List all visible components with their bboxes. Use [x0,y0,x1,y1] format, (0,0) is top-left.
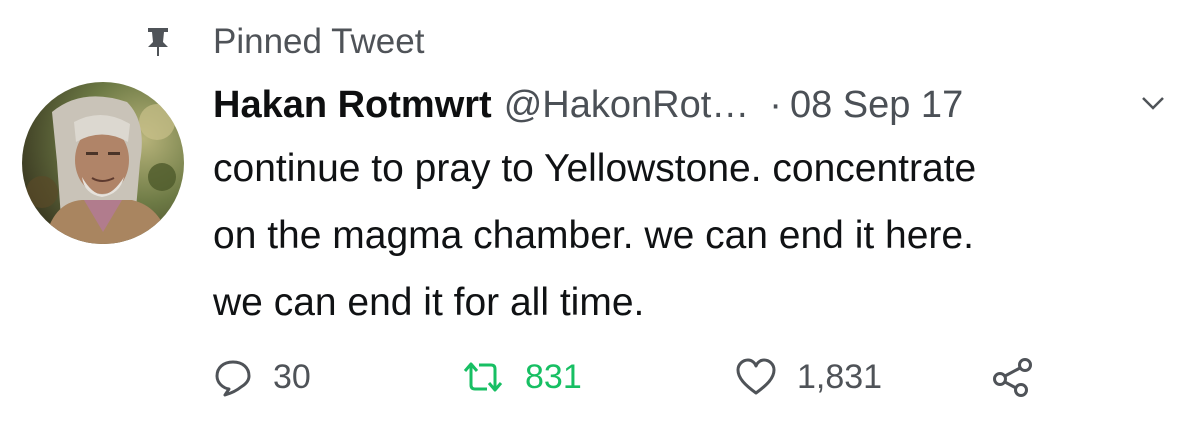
retweet-button[interactable]: 831 [461,345,582,409]
chevron-down-icon[interactable] [1140,92,1166,114]
share-button[interactable] [991,345,1035,409]
avatar[interactable] [22,82,184,244]
retweet-icon [461,359,505,395]
tweet-line: continue to pray to Yellowstone. concent… [213,147,977,190]
tweet-header: Hakan Rotmwrt @HakonRot… · 08 Sep 17 [213,78,963,132]
tweet-text: continue to pray to Yellowstone. concent… [213,135,1173,336]
timestamp[interactable]: 08 Sep 17 [790,84,963,127]
like-icon [735,358,777,396]
tweet-line: we can end it for all time. [213,281,645,324]
like-count: 1,831 [797,357,883,396]
pinned-label: Pinned Tweet [213,22,425,61]
tweet-actions: 30 831 1,831 [213,345,1113,409]
tweet-card[interactable]: Pinned Tweet Hakan Rotmwrt @HakonRot… · … [0,0,1200,427]
retweet-count: 831 [525,357,582,396]
separator-dot: · [769,83,782,126]
reply-count: 30 [273,357,311,396]
reply-button[interactable]: 30 [213,345,311,409]
tweet-line: on the magma chamber. we can end it here… [213,214,974,257]
user-handle[interactable]: @HakonRot… [504,84,750,127]
pin-icon [145,27,171,57]
display-name[interactable]: Hakan Rotmwrt [213,84,492,127]
reply-icon [213,357,253,397]
like-button[interactable]: 1,831 [735,345,882,409]
pinned-indicator: Pinned Tweet [145,22,424,62]
share-icon [991,357,1035,397]
